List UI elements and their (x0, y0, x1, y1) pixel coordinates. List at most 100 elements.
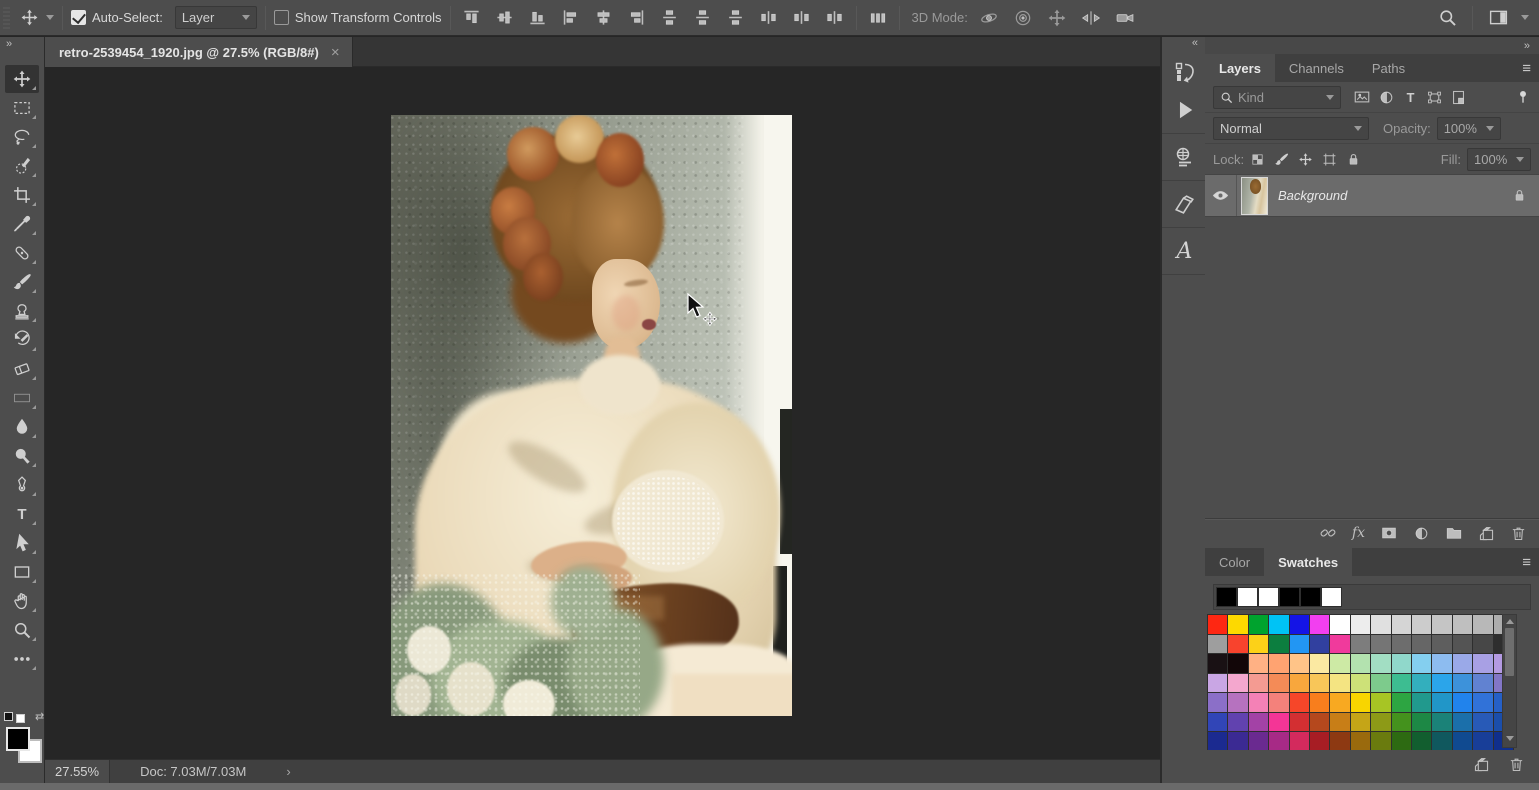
swatch[interactable] (1269, 713, 1288, 732)
swatch[interactable] (1310, 654, 1329, 673)
panel-grip[interactable] (3, 7, 10, 29)
align-left-edges-icon[interactable] (558, 5, 584, 31)
swatch[interactable] (1290, 635, 1309, 654)
swatch[interactable] (1228, 635, 1247, 654)
swatch[interactable] (1412, 693, 1431, 712)
align-top-edges-icon[interactable] (459, 5, 485, 31)
swatch[interactable] (1351, 713, 1370, 732)
swatch[interactable] (1310, 732, 1329, 750)
swatch[interactable] (1453, 635, 1472, 654)
layer-name[interactable]: Background (1278, 188, 1347, 203)
swatch[interactable] (1330, 615, 1349, 634)
swatch[interactable] (1290, 615, 1309, 634)
scroll-up-icon[interactable] (1506, 619, 1514, 624)
swatch[interactable] (1208, 693, 1227, 712)
swatch[interactable] (1290, 713, 1309, 732)
swatch[interactable] (1228, 713, 1247, 732)
align-horizontal-centers-icon[interactable] (591, 5, 617, 31)
swatch[interactable] (1473, 732, 1492, 750)
path-selection-tool[interactable] (5, 529, 39, 557)
align-vertical-centers-icon[interactable] (492, 5, 518, 31)
status-options-chevron[interactable]: › (286, 764, 290, 779)
eyedropper-tool[interactable] (5, 210, 39, 238)
swatch[interactable] (1473, 713, 1492, 732)
lock-artboard-icon[interactable] (1322, 152, 1337, 167)
3d-slide-icon[interactable] (1078, 5, 1104, 31)
tool-preset-chevron-icon[interactable] (46, 15, 54, 20)
swatch[interactable] (1249, 732, 1268, 750)
3d-roll-icon[interactable] (1010, 5, 1036, 31)
swatch[interactable] (1412, 615, 1431, 634)
rectangle-tool[interactable] (5, 558, 39, 586)
show-transform-option[interactable]: Show Transform Controls (274, 10, 442, 25)
swatch[interactable] (1392, 615, 1411, 634)
distribute-top-edges-icon[interactable] (657, 5, 683, 31)
filter-kind-dropdown[interactable]: Kind (1213, 86, 1341, 109)
swatch[interactable] (1208, 674, 1227, 693)
healing-brush-tool[interactable] (5, 239, 39, 267)
layer-filter-toggle-icon[interactable] (1515, 89, 1531, 105)
swatch[interactable] (1330, 635, 1349, 654)
lock-all-icon[interactable] (1346, 152, 1361, 167)
layer-row-background[interactable]: Background (1205, 175, 1539, 217)
filter-shape-layers-icon[interactable] (1426, 89, 1443, 106)
swatch[interactable] (1432, 732, 1451, 750)
auto-select-target-dropdown[interactable]: Layer (175, 6, 257, 29)
toolbar-collapse-chevrons[interactable]: » (0, 37, 44, 53)
swatch[interactable] (1412, 635, 1431, 654)
default-swap-colors[interactable]: ⇄ (4, 709, 44, 723)
swatch[interactable] (1228, 615, 1247, 634)
show-transform-checkbox[interactable] (274, 10, 289, 25)
default-colors-icon[interactable] (4, 712, 13, 721)
swatch[interactable] (1392, 693, 1411, 712)
move-tool[interactable] (5, 65, 39, 93)
auto-select-option[interactable]: Auto-Select: (71, 10, 163, 25)
auto-select-checkbox[interactable] (71, 10, 86, 25)
swatch[interactable] (1208, 615, 1227, 634)
tab-paths[interactable]: Paths (1358, 54, 1419, 82)
recent-swatch[interactable] (1258, 587, 1279, 607)
lock-position-icon[interactable] (1298, 152, 1313, 167)
swatch[interactable] (1371, 674, 1390, 693)
swatch[interactable] (1371, 693, 1390, 712)
swatch[interactable] (1453, 654, 1472, 673)
swatch[interactable] (1351, 615, 1370, 634)
pen-tool[interactable] (5, 471, 39, 499)
swatch[interactable] (1351, 732, 1370, 750)
swatch[interactable] (1208, 732, 1227, 750)
workspace-switcher-icon[interactable] (1485, 5, 1511, 31)
swatch[interactable] (1290, 732, 1309, 750)
new-swatch-icon[interactable] (1473, 756, 1490, 773)
recent-swatch[interactable] (1279, 587, 1300, 607)
swatch[interactable] (1249, 615, 1268, 634)
swatch[interactable] (1290, 654, 1309, 673)
swatch[interactable] (1432, 615, 1451, 634)
export-panel-icon[interactable] (1162, 138, 1207, 176)
swatch[interactable] (1228, 674, 1247, 693)
canvas-area[interactable] (45, 67, 1160, 759)
swatch[interactable] (1432, 654, 1451, 673)
crop-tool[interactable] (5, 181, 39, 209)
swatch[interactable] (1392, 713, 1411, 732)
expand-panels-chevrons[interactable]: « (1162, 37, 1205, 49)
align-right-edges-icon[interactable] (624, 5, 650, 31)
3d-pan-icon[interactable] (1044, 5, 1070, 31)
actions-panel-icon[interactable] (1162, 91, 1207, 129)
layer-thumbnail[interactable] (1241, 177, 1268, 215)
swap-colors-icon[interactable]: ⇄ (35, 710, 44, 723)
recent-swatch[interactable] (1237, 587, 1258, 607)
swatch[interactable] (1412, 732, 1431, 750)
swatch[interactable] (1208, 713, 1227, 732)
dodge-tool[interactable] (5, 442, 39, 470)
document-image[interactable] (391, 115, 792, 716)
swatch[interactable] (1249, 693, 1268, 712)
swatch[interactable] (1330, 654, 1349, 673)
eraser-tool[interactable] (5, 355, 39, 383)
swatch[interactable] (1473, 654, 1492, 673)
swatch[interactable] (1473, 635, 1492, 654)
swatch[interactable] (1371, 615, 1390, 634)
recent-swatch[interactable] (1216, 587, 1237, 607)
swatch[interactable] (1330, 732, 1349, 750)
recent-swatch[interactable] (1300, 587, 1321, 607)
type-tool[interactable] (5, 500, 39, 528)
